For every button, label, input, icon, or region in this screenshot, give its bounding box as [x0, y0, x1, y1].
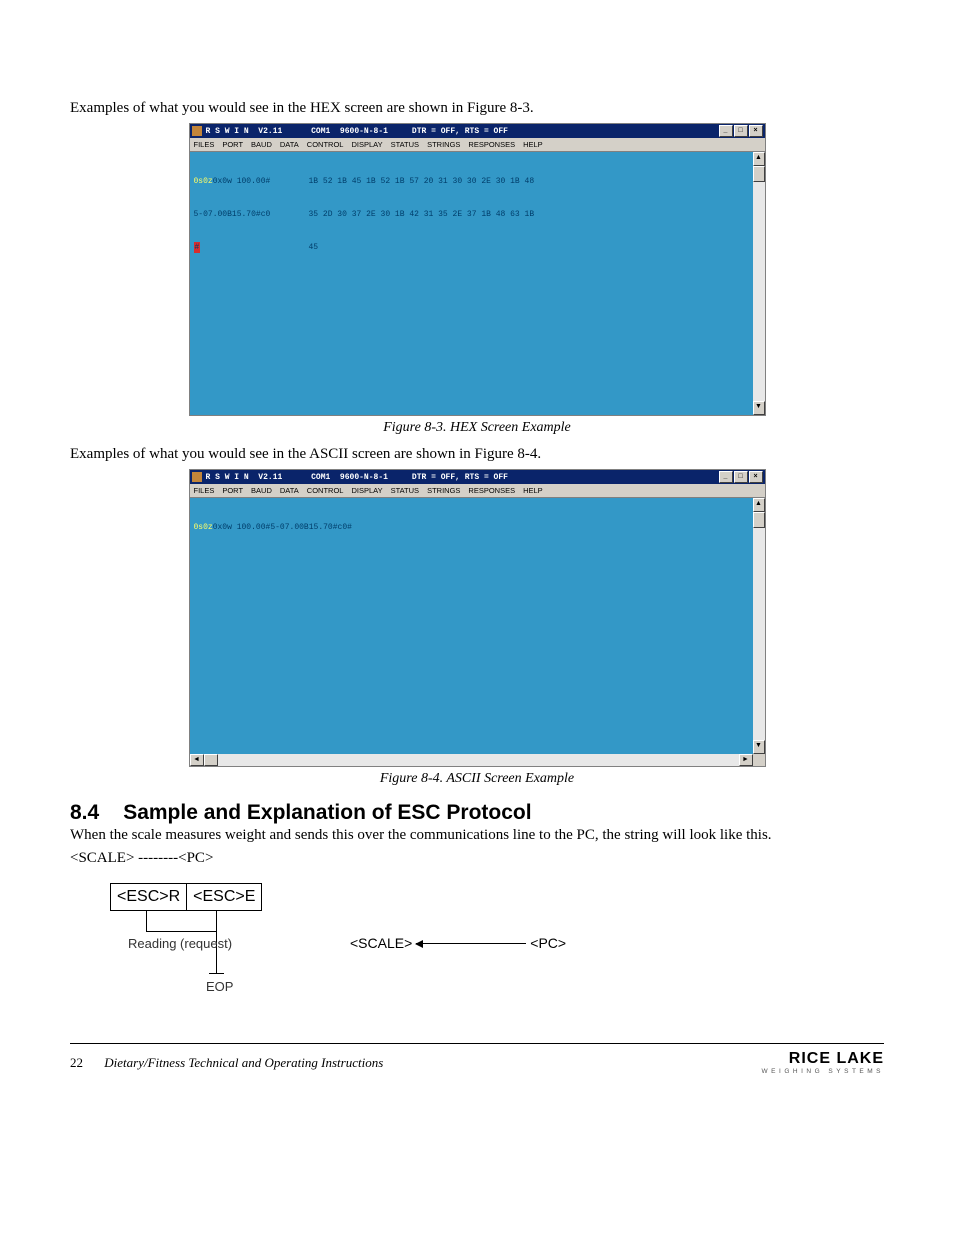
scroll-up-icon-2[interactable]: ▲: [753, 498, 765, 512]
ascii-content: 0s0z0x0w 100.00#5-07.00B15.70#c0#: [190, 498, 753, 754]
scroll-thumb-2[interactable]: [753, 512, 765, 528]
figure-8-4: R S W I N V2.11 COM1 9600-N-8-1 DTR = OF…: [70, 469, 884, 787]
hex-l2: 5-07.00B15.70#c0: [194, 209, 309, 220]
menu-help-2[interactable]: HELP: [523, 486, 543, 495]
scroll-down-icon[interactable]: ▼: [753, 401, 765, 415]
menu-help[interactable]: HELP: [523, 140, 543, 149]
ascii-hl: 0s0z: [194, 523, 213, 532]
section-para-2: <SCALE> --------<PC>: [70, 850, 884, 867]
menu-baud[interactable]: BAUD: [251, 140, 272, 149]
menu-display[interactable]: DISPLAY: [351, 140, 382, 149]
intro-text-1: Examples of what you would see in the HE…: [70, 100, 884, 117]
window-title-2: R S W I N V2.11 COM1 9600-N-8-1 DTR = OF…: [206, 473, 508, 482]
cursor: #: [194, 242, 201, 253]
menu-status[interactable]: STATUS: [391, 140, 419, 149]
scale-label: <SCALE>: [350, 935, 412, 951]
close-button-2[interactable]: ×: [749, 471, 763, 483]
menu-port[interactable]: PORT: [222, 140, 243, 149]
logo-subtext: WEIGHING SYSTEMS: [762, 1068, 884, 1075]
scroll-down-icon-2[interactable]: ▼: [753, 740, 765, 754]
close-button[interactable]: ×: [749, 125, 763, 137]
app-icon-2: [192, 472, 202, 482]
maximize-button[interactable]: □: [734, 125, 748, 137]
menu-control[interactable]: CONTROL: [307, 140, 344, 149]
scroll-thumb-h[interactable]: [204, 754, 218, 766]
menu-files[interactable]: FILES: [194, 140, 215, 149]
figure-8-4-caption: Figure 8-4. ASCII Screen Example: [380, 771, 574, 787]
eop-label: EOP: [206, 979, 233, 994]
page-number: 22: [70, 1055, 83, 1070]
reading-label: Reading (request): [128, 937, 232, 951]
menu-status-2[interactable]: STATUS: [391, 486, 419, 495]
minimize-button-2[interactable]: _: [719, 471, 733, 483]
footer-title: Dietary/Fitness Technical and Operating …: [104, 1055, 383, 1070]
section-number: 8.4: [70, 801, 99, 824]
menu-baud-2[interactable]: BAUD: [251, 486, 272, 495]
esc-e-box: <ESC>E: [187, 884, 261, 910]
hex-h1: 1B 52 1B 45 1B 52 1B 57 20 31 30 30 2E 3…: [309, 176, 535, 187]
figure-8-3: R S W I N V2.11 COM1 9600-N-8-1 DTR = OF…: [70, 123, 884, 436]
scrollbar-vertical[interactable]: ▲ ▼: [753, 152, 765, 415]
resize-grip[interactable]: [753, 754, 765, 766]
menu-display-2[interactable]: DISPLAY: [351, 486, 382, 495]
scroll-right-icon[interactable]: ►: [739, 754, 753, 766]
menu-port-2[interactable]: PORT: [222, 486, 243, 495]
section-heading: 8.4 Sample and Explanation of ESC Protoco…: [70, 801, 884, 825]
hex-h2: 35 2D 30 37 2E 30 1B 42 31 35 2E 37 1B 4…: [309, 209, 535, 220]
window-title: R S W I N V2.11 COM1 9600-N-8-1 DTR = OF…: [206, 127, 508, 136]
hex-l1: 0x0w 100.00#: [213, 177, 271, 186]
section-para-1: When the scale measures weight and sends…: [70, 827, 884, 844]
ascii-line: 0x0w 100.00#5-07.00B15.70#c0#: [213, 523, 352, 532]
menu-data[interactable]: DATA: [280, 140, 299, 149]
intro-text-2: Examples of what you would see in the AS…: [70, 446, 884, 463]
menu-responses[interactable]: RESPONSES: [468, 140, 515, 149]
minimize-button[interactable]: _: [719, 125, 733, 137]
menu-responses-2[interactable]: RESPONSES: [468, 486, 515, 495]
titlebar: R S W I N V2.11 COM1 9600-N-8-1 DTR = OF…: [190, 124, 765, 138]
menubar: FILES PORT BAUD DATA CONTROL DISPLAY STA…: [190, 138, 765, 152]
figure-8-3-caption: Figure 8-3. HEX Screen Example: [383, 420, 571, 436]
arrow-icon: [416, 943, 526, 944]
page-footer: 22 Dietary/Fitness Technical and Operati…: [70, 1043, 884, 1075]
scroll-thumb[interactable]: [753, 166, 765, 182]
brand-logo: RICE LAKE WEIGHING SYSTEMS: [762, 1050, 884, 1075]
menubar-2: FILES PORT BAUD DATA CONTROL DISPLAY STA…: [190, 484, 765, 498]
logo-text: RICE LAKE: [762, 1050, 884, 1068]
hex-hl-1: 0s0z: [194, 177, 213, 186]
pc-label: <PC>: [530, 935, 566, 951]
esc-r-box: <ESC>R: [111, 884, 187, 910]
scroll-up-icon[interactable]: ▲: [753, 152, 765, 166]
scrollbar-horizontal[interactable]: ◄ ►: [190, 754, 753, 766]
ascii-window: R S W I N V2.11 COM1 9600-N-8-1 DTR = OF…: [189, 469, 766, 767]
maximize-button-2[interactable]: □: [734, 471, 748, 483]
menu-strings-2[interactable]: STRINGS: [427, 486, 460, 495]
menu-files-2[interactable]: FILES: [194, 486, 215, 495]
hex-h3: 45: [309, 242, 319, 253]
menu-control-2[interactable]: CONTROL: [307, 486, 344, 495]
titlebar-2: R S W I N V2.11 COM1 9600-N-8-1 DTR = OF…: [190, 470, 765, 484]
menu-data-2[interactable]: DATA: [280, 486, 299, 495]
protocol-diagram: <ESC>R <ESC>E Reading (request) EOP <SCA…: [110, 883, 884, 1003]
section-title: Sample and Explanation of ESC Protocol: [123, 801, 531, 824]
hex-window: R S W I N V2.11 COM1 9600-N-8-1 DTR = OF…: [189, 123, 766, 416]
scroll-left-icon[interactable]: ◄: [190, 754, 204, 766]
hex-content: 0s0z0x0w 100.00# 1B 52 1B 45 1B 52 1B 57…: [190, 152, 753, 415]
scrollbar-vertical-2[interactable]: ▲ ▼: [753, 498, 765, 754]
app-icon: [192, 126, 202, 136]
menu-strings[interactable]: STRINGS: [427, 140, 460, 149]
